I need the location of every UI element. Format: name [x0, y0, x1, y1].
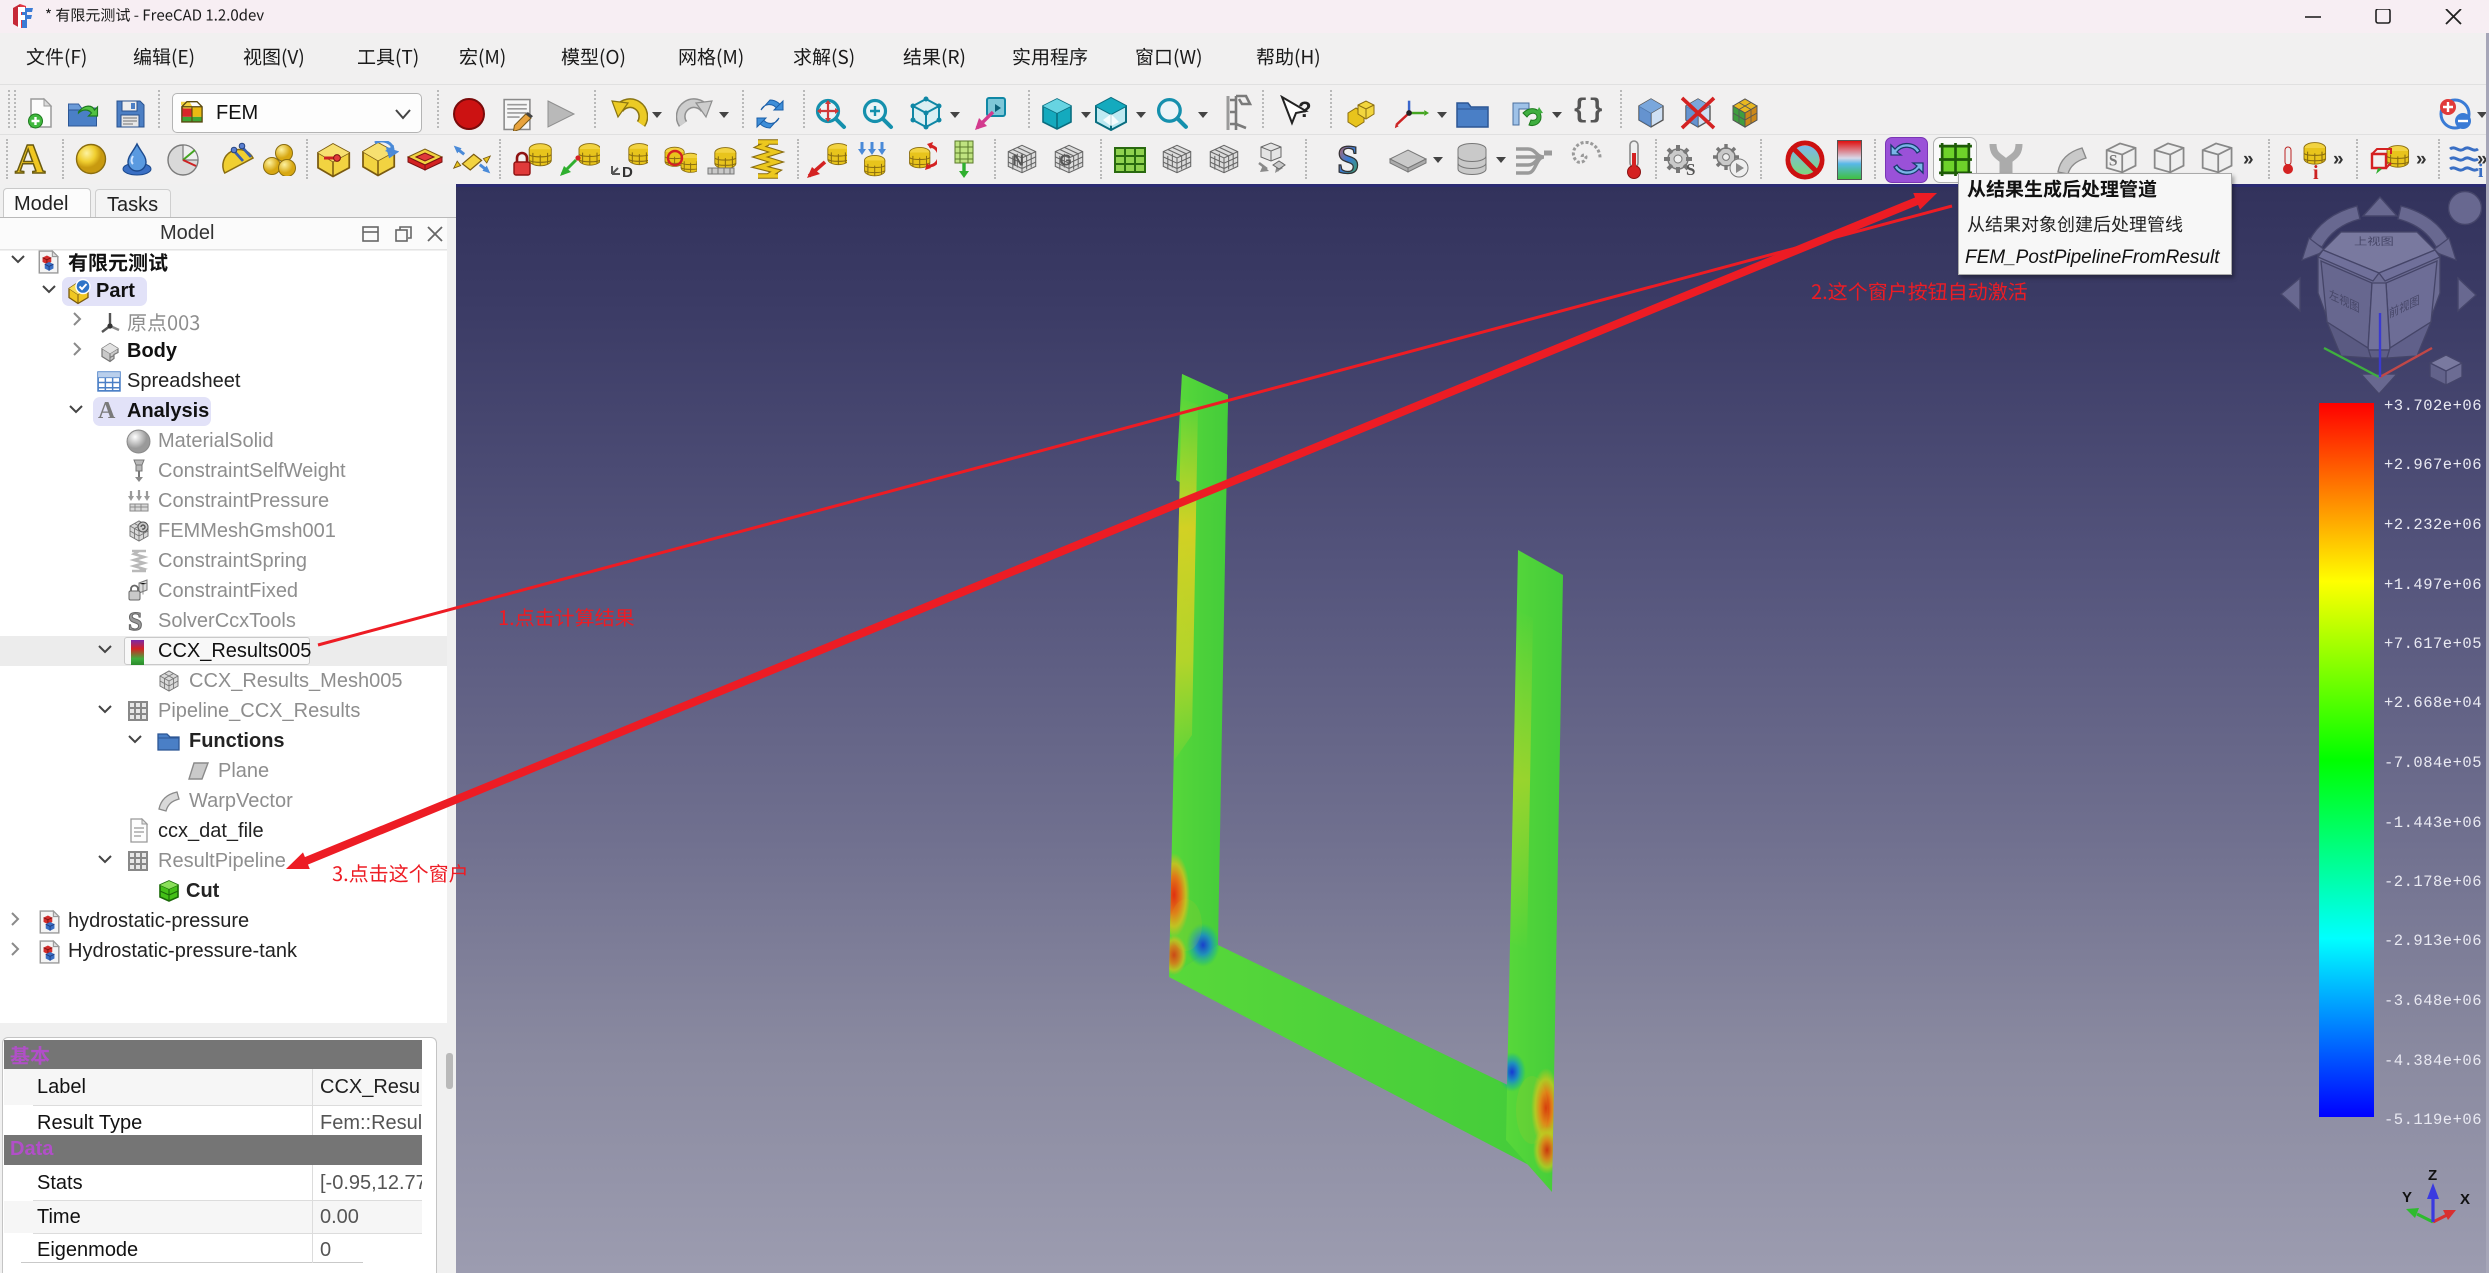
svg-text:Y: Y [2402, 1189, 2412, 1206]
svg-text:X: X [2460, 1191, 2470, 1208]
svg-text:Z: Z [2428, 1170, 2437, 1184]
